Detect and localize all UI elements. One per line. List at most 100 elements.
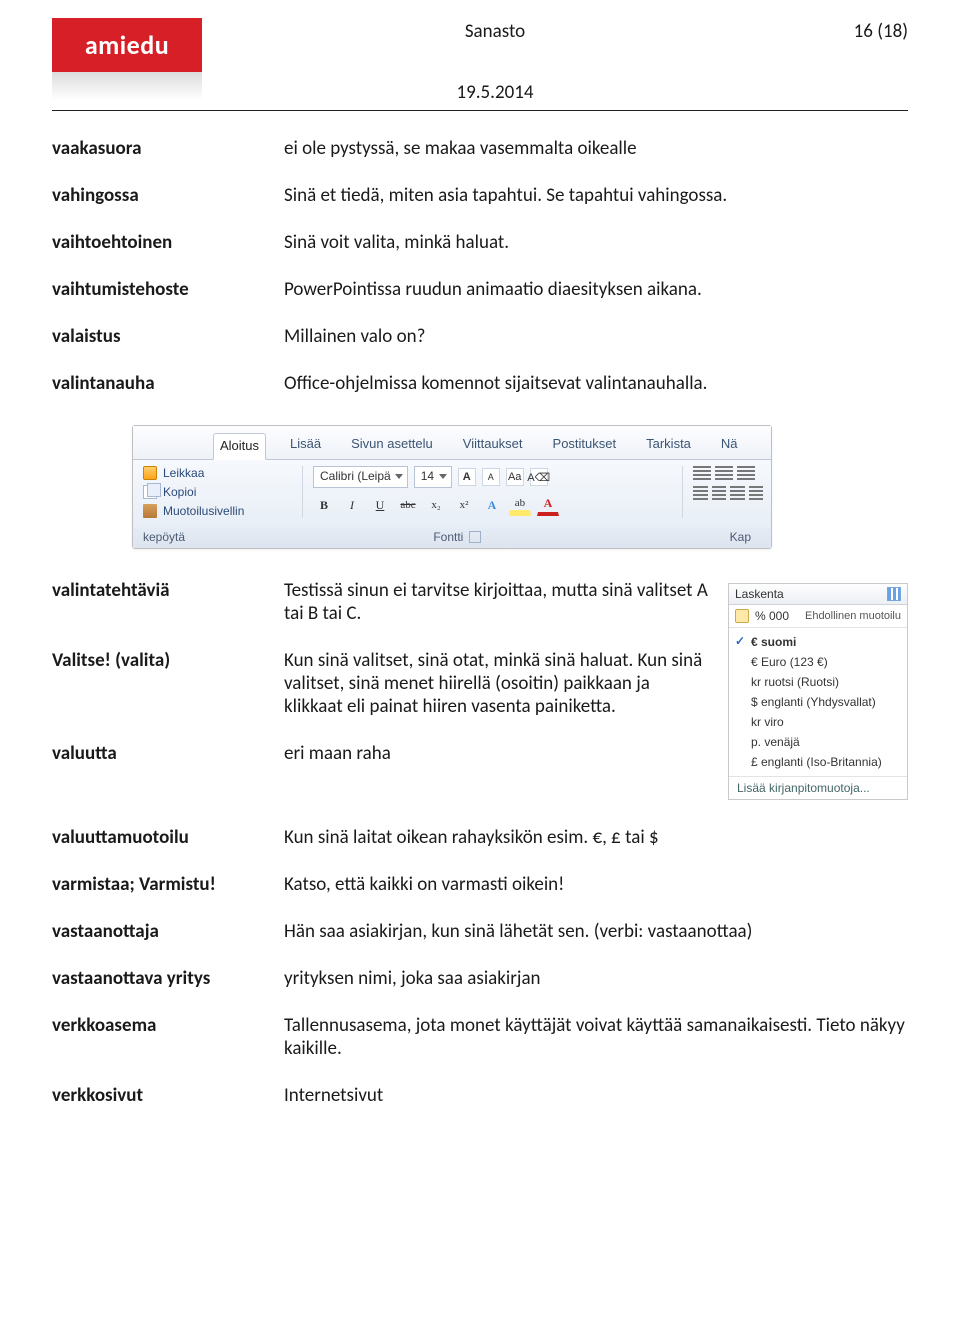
term: valuutta xyxy=(52,742,284,765)
font-color-button[interactable]: A xyxy=(537,494,559,516)
def-row: vaihtoehtoinen Sinä voit valita, minkä h… xyxy=(52,231,908,254)
header-divider xyxy=(52,110,908,111)
grow-font-button[interactable]: A xyxy=(458,468,476,486)
dropdown-sub-text: % 000 xyxy=(755,609,789,623)
highlight-button[interactable]: ab xyxy=(509,494,531,516)
tab-sivun-asettelu[interactable]: Sivun asettelu xyxy=(345,432,439,459)
change-case-button[interactable]: Aa xyxy=(506,468,524,486)
font-size-select[interactable]: 14 xyxy=(414,466,452,488)
logo: amiedu xyxy=(52,18,202,72)
dropdown-item[interactable]: £ englanti (Iso-Britannia) xyxy=(729,752,907,772)
dropdown-item[interactable]: € suomi xyxy=(729,632,907,652)
expand-icon[interactable] xyxy=(469,531,481,543)
term: vaihtoehtoinen xyxy=(52,231,284,254)
multilevel-icon[interactable] xyxy=(737,466,755,480)
term: valuuttamuotoilu xyxy=(52,826,284,849)
def-row: vaakasuora ei ole pystyssä, se makaa vas… xyxy=(52,137,908,160)
def-row: valuutta eri maan raha xyxy=(52,742,712,765)
align-center-icon[interactable] xyxy=(712,486,727,500)
term: verkkoasema xyxy=(52,1014,284,1037)
definition: yrityksen nimi, joka saa asiakirjan xyxy=(284,967,908,990)
copy-label: Kopioi xyxy=(163,485,196,499)
definition: Hän saa asiakirjan, kun sinä lähetät sen… xyxy=(284,920,908,943)
dropdown-footer[interactable]: Lisää kirjanpitomuotoja... xyxy=(729,776,907,799)
term: Valitse! (valita) xyxy=(52,649,284,672)
paragraph-group-label: Kap xyxy=(730,530,751,544)
tab-aloitus[interactable]: Aloitus xyxy=(213,433,266,460)
term: vaihtumistehoste xyxy=(52,278,284,301)
dropdown-item[interactable]: $ englanti (Yhdysvallat) xyxy=(729,692,907,712)
numbering-icon[interactable] xyxy=(715,466,733,480)
def-row: vaihtumistehoste PowerPointissa ruudun a… xyxy=(52,278,908,301)
superscript-button[interactable]: x² xyxy=(453,494,475,516)
term: valintatehtäviä xyxy=(52,579,284,602)
definition: Millainen valo on? xyxy=(284,325,908,348)
strikethrough-button[interactable]: abc xyxy=(397,494,419,516)
format-painter-button[interactable]: Muotoilusivellin xyxy=(143,504,294,518)
dropdown-item[interactable]: kr viro xyxy=(729,712,907,732)
term: vastaanottava yritys xyxy=(52,967,284,990)
dropdown-subheader: % 000 Ehdollinen muotoilu xyxy=(729,605,907,628)
def-row: valintatehtäviä Testissä sinun ei tarvit… xyxy=(52,579,712,625)
cut-button[interactable]: Leikkaa xyxy=(143,466,294,480)
copy-icon xyxy=(143,485,157,499)
underline-button[interactable]: U xyxy=(369,494,391,516)
page-header: amiedu Sanasto 19.5.2014 16 (18) xyxy=(52,18,908,104)
definitions-group-3: valuuttamuotoilu Kun sinä laitat oikean … xyxy=(52,826,908,1107)
header-center: Sanasto 19.5.2014 xyxy=(202,18,788,104)
term: vaakasuora xyxy=(52,137,284,160)
subscript-button[interactable]: x₂ xyxy=(425,494,447,516)
definition: Sinä et tiedä, miten asia tapahtui. Se t… xyxy=(284,184,908,207)
def-row: vastaanottava yritys yrityksen nimi, jok… xyxy=(52,967,908,990)
ribbon-body: Leikkaa Kopioi Muotoilusivellin Calibri … xyxy=(133,460,771,528)
definition: Testissä sinun ei tarvitse kirjoittaa, m… xyxy=(284,579,712,625)
def-row: valaistus Millainen valo on? xyxy=(52,325,908,348)
chevron-down-icon xyxy=(395,474,403,479)
definition: Katso, että kaikki on varmasti oikein! xyxy=(284,873,908,896)
definition: Office-ohjelmissa komennot sijaitsevat v… xyxy=(284,372,908,395)
font-name-value: Calibri (Leipä xyxy=(320,469,391,483)
definitions-group-1: vaakasuora ei ole pystyssä, se makaa vas… xyxy=(52,137,908,395)
definitions-group-2: valintatehtäviä Testissä sinun ei tarvit… xyxy=(52,579,712,765)
logo-block: amiedu xyxy=(52,18,202,100)
def-row: verkkosivut Internetsivut xyxy=(52,1084,908,1107)
bold-button[interactable]: B xyxy=(313,494,335,516)
page-indicator: 16 (18) xyxy=(788,18,908,43)
table-icon xyxy=(887,587,901,601)
font-name-select[interactable]: Calibri (Leipä xyxy=(313,466,408,488)
text-effects-button[interactable]: A xyxy=(481,494,503,516)
shrink-font-button[interactable]: A xyxy=(482,468,500,486)
definition: Kun sinä valitset, sinä otat, minkä sinä… xyxy=(284,649,712,718)
doc-date: 19.5.2014 xyxy=(202,81,788,104)
tab-viittaukset[interactable]: Viittaukset xyxy=(457,432,529,459)
ribbon-figure: Aloitus Lisää Sivun asettelu Viittaukset… xyxy=(132,425,908,549)
dropdown-item[interactable]: kr ruotsi (Ruotsi) xyxy=(729,672,907,692)
dropdown-item[interactable]: p. venäjä xyxy=(729,732,907,752)
def-row: vahingossa Sinä et tiedä, miten asia tap… xyxy=(52,184,908,207)
align-justify-icon[interactable] xyxy=(749,486,764,500)
brush-icon xyxy=(143,504,157,518)
copy-button[interactable]: Kopioi xyxy=(143,485,294,499)
def-row: varmistaa; Varmistu! Katso, että kaikki … xyxy=(52,873,908,896)
definition: ei ole pystyssä, se makaa vasemmalta oik… xyxy=(284,137,908,160)
dropdown-item[interactable]: € Euro (123 €) xyxy=(729,652,907,672)
scissors-icon xyxy=(143,466,157,480)
clear-formatting-button[interactable]: A⌫ xyxy=(530,468,548,486)
painter-label: Muotoilusivellin xyxy=(163,504,244,518)
dropdown-list: € suomi € Euro (123 €) kr ruotsi (Ruotsi… xyxy=(729,628,907,776)
align-right-icon[interactable] xyxy=(730,486,745,500)
tab-nakyma[interactable]: Nä xyxy=(715,432,744,459)
tab-tarkista[interactable]: Tarkista xyxy=(640,432,697,459)
doc-title: Sanasto xyxy=(202,20,788,43)
italic-button[interactable]: I xyxy=(341,494,363,516)
definition: Internetsivut xyxy=(284,1084,908,1107)
font-top-row: Calibri (Leipä 14 A A Aa A⌫ xyxy=(313,466,672,488)
term: valintanauha xyxy=(52,372,284,395)
cut-label: Leikkaa xyxy=(163,466,204,480)
align-left-icon[interactable] xyxy=(693,486,708,500)
bullets-icon[interactable] xyxy=(693,466,711,480)
tab-postitukset[interactable]: Postitukset xyxy=(547,432,623,459)
clipboard-group-label: kepöytä xyxy=(143,530,185,544)
term: vastaanottaja xyxy=(52,920,284,943)
tab-lisaa[interactable]: Lisää xyxy=(284,432,327,459)
